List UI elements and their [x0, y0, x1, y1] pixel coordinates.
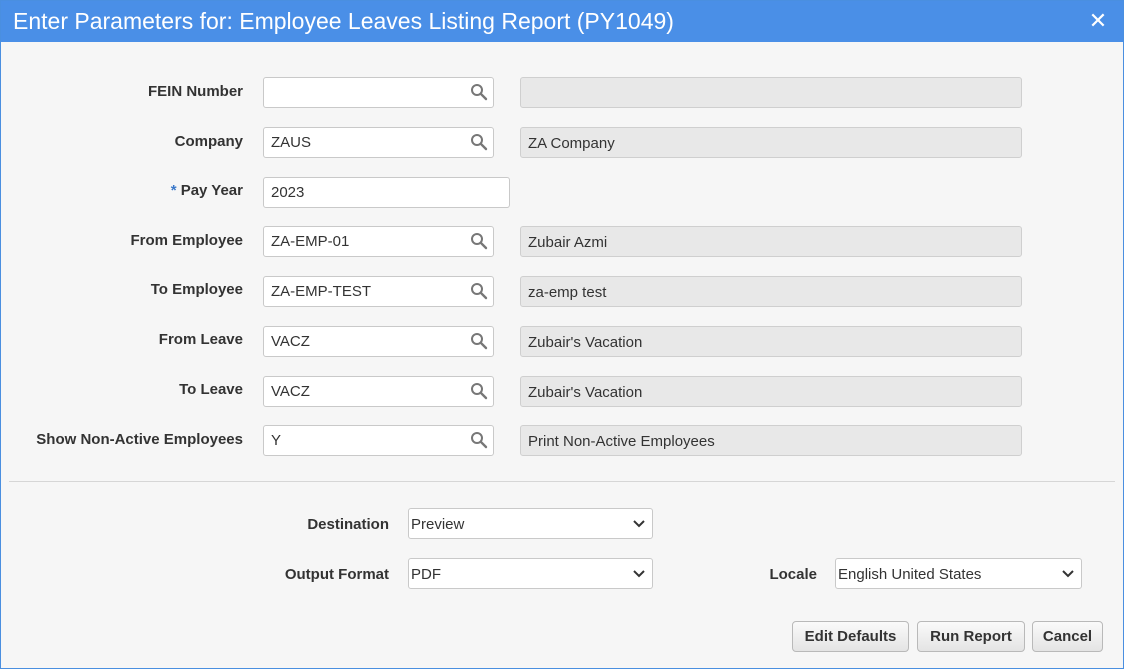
chevron-down-icon [1062, 570, 1074, 578]
from-employee-label-text: From Employee [130, 232, 243, 249]
output-format-label: Output Format [147, 566, 389, 583]
to-employee-label: To Employee [1, 281, 243, 298]
from-employee-input[interactable] [263, 226, 494, 257]
locale-select[interactable]: English United States [835, 558, 1082, 589]
cancel-button[interactable]: Cancel [1032, 621, 1103, 652]
fein-number-input[interactable] [263, 77, 494, 108]
fein-number-label-text: FEIN Number [147, 83, 243, 100]
dialog-title: Enter Parameters for: Employee Leaves Li… [13, 8, 674, 34]
to-employee-input[interactable] [263, 276, 494, 307]
destination-label: Destination [147, 516, 389, 533]
dialog-titlebar: Enter Parameters for: Employee Leaves Li… [1, 1, 1123, 42]
show-non-active-label-text: Show Non-Active Employees [36, 431, 243, 448]
from-leave-label: From Leave [1, 331, 243, 348]
pay-year-input[interactable] [263, 177, 510, 208]
run-report-button[interactable]: Run Report [917, 621, 1025, 652]
to-employee-description: za-emp test [520, 276, 1022, 307]
to-leave-label: To Leave [1, 381, 243, 398]
show-non-active-search-icon[interactable] [470, 431, 488, 449]
fein-number-label: FEIN Number [1, 83, 243, 100]
to-leave-description: Zubair's Vacation [520, 376, 1022, 407]
locale-label-text: Locale [769, 566, 817, 583]
locale-value: English United States [838, 566, 982, 583]
from-leave-search-icon[interactable] [470, 332, 488, 350]
edit-defaults-button[interactable]: Edit Defaults [792, 621, 909, 652]
from-employee-label: From Employee [1, 232, 243, 249]
close-icon[interactable]: ✕ [1087, 10, 1109, 32]
to-leave-input[interactable] [263, 376, 494, 407]
section-divider [9, 481, 1115, 482]
show-non-active-description: Print Non-Active Employees [520, 425, 1022, 456]
report-parameters-dialog: Enter Parameters for: Employee Leaves Li… [0, 0, 1124, 669]
to-leave-search-icon[interactable] [470, 382, 488, 400]
destination-label-text: Destination [307, 516, 389, 533]
destination-select[interactable]: Preview [408, 508, 653, 539]
destination-value: Preview [411, 516, 465, 533]
fein-number-description [520, 77, 1022, 108]
output-format-value: PDF [411, 566, 441, 583]
to-employee-search-icon[interactable] [470, 282, 488, 300]
company-label-text: Company [174, 133, 243, 150]
from-leave-input[interactable] [263, 326, 494, 357]
to-employee-label-text: To Employee [150, 281, 243, 298]
required-marker: * [170, 182, 177, 199]
from-leave-label-text: From Leave [158, 331, 243, 348]
from-employee-search-icon[interactable] [470, 232, 488, 250]
to-leave-label-text: To Leave [179, 381, 243, 398]
company-search-icon[interactable] [470, 133, 488, 151]
show-non-active-input[interactable] [263, 425, 494, 456]
locale-label: Locale [575, 566, 817, 583]
chevron-down-icon [633, 520, 645, 528]
pay-year-label: * Pay Year [1, 182, 243, 199]
company-input[interactable] [263, 127, 494, 158]
fein-number-search-icon[interactable] [470, 83, 488, 101]
company-label: Company [1, 133, 243, 150]
company-description: ZA Company [520, 127, 1022, 158]
from-leave-description: Zubair's Vacation [520, 326, 1022, 357]
show-non-active-label: Show Non-Active Employees [1, 431, 243, 448]
from-employee-description: Zubair Azmi [520, 226, 1022, 257]
output-format-label-text: Output Format [284, 566, 389, 583]
pay-year-label-text: Pay Year [180, 182, 243, 199]
